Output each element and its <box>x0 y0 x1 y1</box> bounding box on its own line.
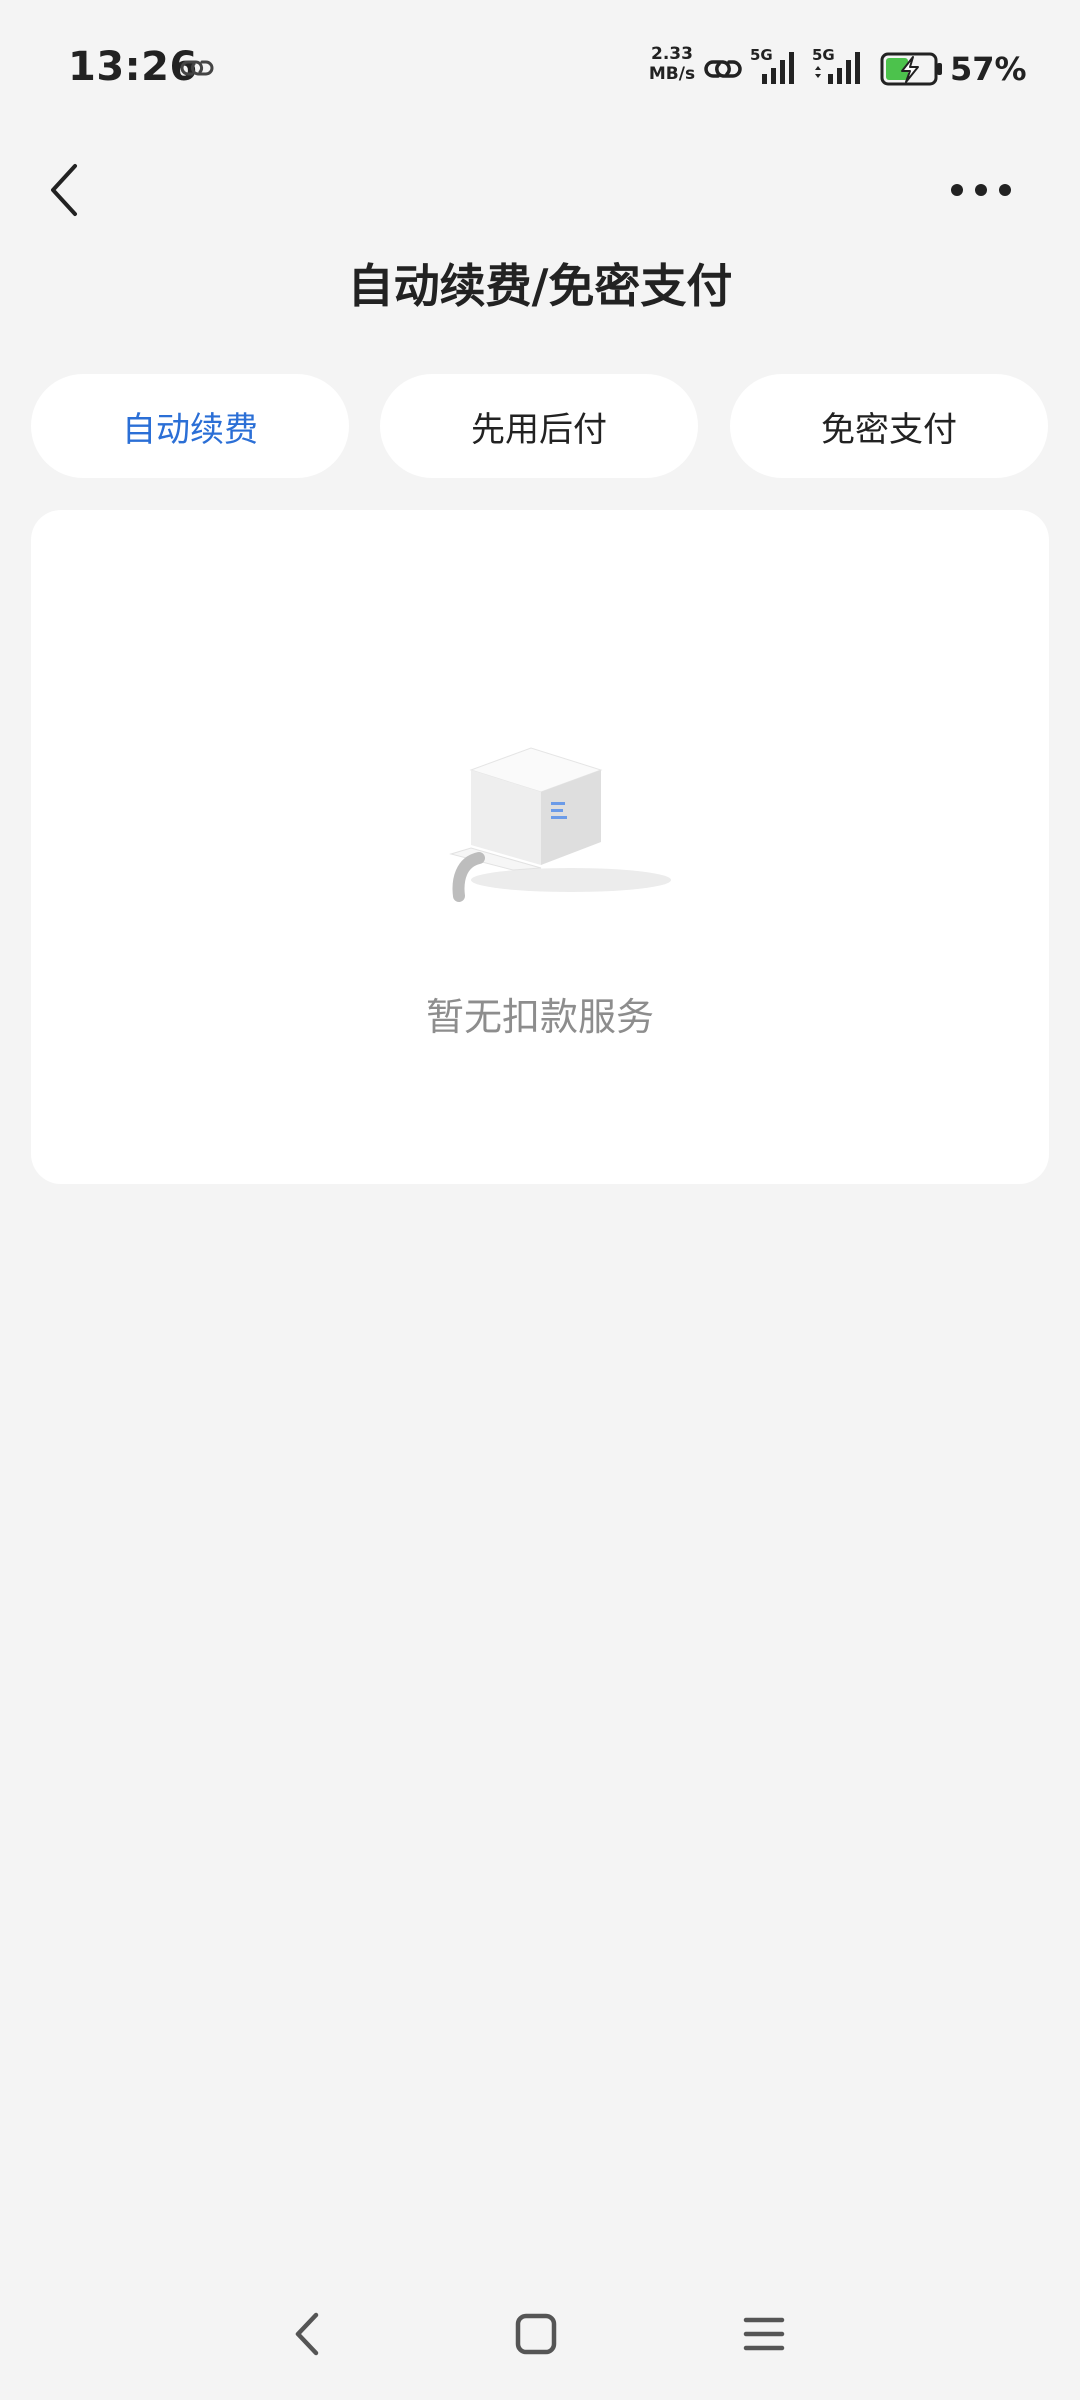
signal-bars-icon: 5G <box>750 46 794 84</box>
hotspot-link-icon <box>704 60 742 78</box>
tab-bar: 自动续费 先用后付 免密支付 <box>31 374 1049 478</box>
home-square-icon <box>515 2313 557 2355</box>
signal-1: 5G <box>748 44 806 88</box>
signal-2-label: 5G <box>812 46 835 64</box>
back-button[interactable] <box>30 150 100 230</box>
net-speed-unit: MB/s <box>648 64 696 84</box>
system-back-button[interactable] <box>278 2304 338 2364</box>
back-arrow-icon <box>295 2312 319 2356</box>
signal-1-label: 5G <box>750 46 773 64</box>
system-recents-button[interactable] <box>734 2304 794 2364</box>
empty-box-illustration <box>449 747 671 902</box>
system-navigation-bar <box>0 2290 1080 2380</box>
tab-pay-later[interactable]: 先用后付 <box>380 374 698 478</box>
tab-auto-renew[interactable]: 自动续费 <box>31 374 349 478</box>
battery-percent: 57% <box>950 50 1027 88</box>
content-card: 暂无扣款服务 <box>31 510 1049 1184</box>
chevron-left-icon <box>51 164 77 216</box>
more-dots-icon <box>951 184 1011 196</box>
screen: 13:26 2.33 MB/s 5G 5G 57% 自动续费/免密支付 自动续费… <box>0 0 1080 2400</box>
tab-password-free-pay[interactable]: 免密支付 <box>730 374 1048 478</box>
system-home-button[interactable] <box>506 2304 566 2364</box>
menu-lines-icon <box>743 2317 785 2351</box>
more-button[interactable] <box>940 160 1022 220</box>
net-speed: 2.33 MB/s <box>644 44 700 84</box>
empty-state-text: 暂无扣款服务 <box>425 995 654 1039</box>
net-speed-value: 2.33 <box>651 44 693 64</box>
link-icon <box>180 60 214 76</box>
page-title: 自动续费/免密支付 <box>347 259 733 313</box>
battery-charging-icon <box>880 52 942 86</box>
signal-bars-icon: 5G <box>812 46 860 84</box>
signal-2: 5G <box>810 44 872 88</box>
status-bar: 13:26 2.33 MB/s 5G 5G 57% <box>0 0 1080 140</box>
